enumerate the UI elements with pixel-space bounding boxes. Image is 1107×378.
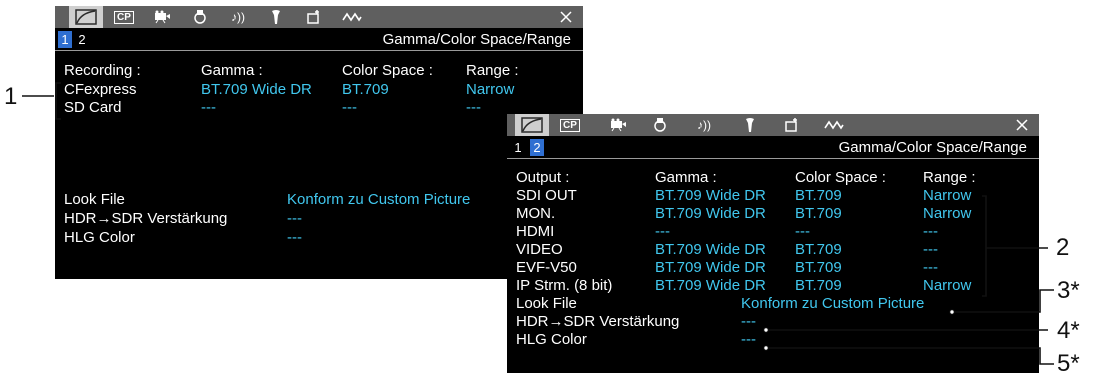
callout-5: 5*: [1057, 350, 1080, 377]
callout-4: 4*: [1057, 317, 1080, 344]
callout-lines: [22, 82, 1054, 365]
callout-1: 1: [4, 83, 18, 110]
callout-3: 3*: [1057, 277, 1080, 304]
callout-2: 2: [1056, 234, 1070, 261]
